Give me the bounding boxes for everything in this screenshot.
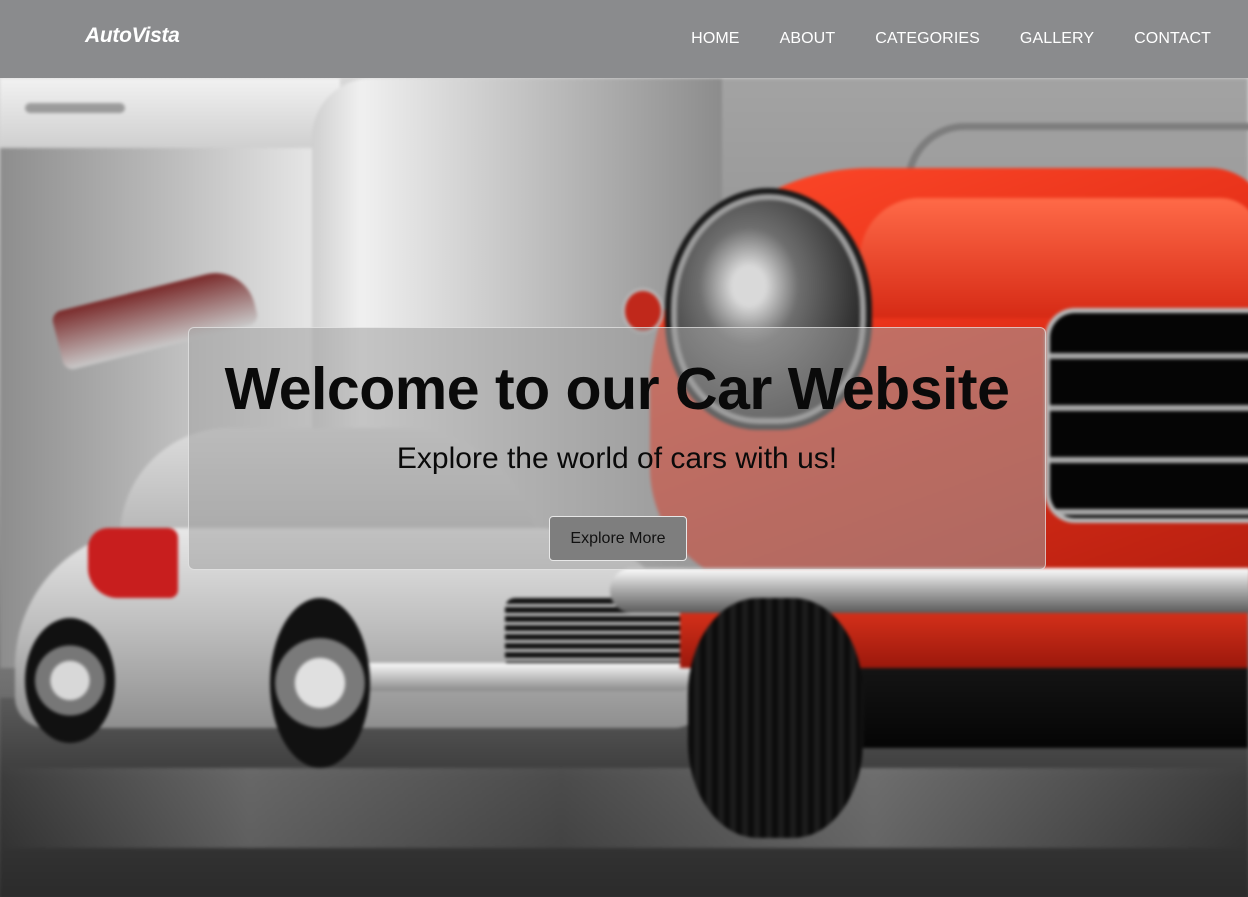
nav-item-gallery: GALLERY <box>1020 30 1094 48</box>
nav-link-home[interactable]: HOME <box>691 30 739 47</box>
silver-car-front-wheel <box>270 598 370 768</box>
red-car-grille <box>1045 308 1248 523</box>
silver-car-red-interior <box>88 528 178 598</box>
ceiling-light <box>25 103 125 113</box>
explore-more-button[interactable]: Explore More <box>549 516 687 561</box>
red-car-bumper <box>610 568 1248 613</box>
red-car-underside <box>860 658 1248 748</box>
nav-menu: HOME ABOUT CATEGORIES GALLERY CONTACT <box>691 0 1211 78</box>
hero-card: Welcome to our Car Website Explore the w… <box>188 327 1046 570</box>
navbar: AutoVista HOME ABOUT CATEGORIES GALLERY … <box>0 0 1248 78</box>
nav-link-about[interactable]: ABOUT <box>780 30 836 47</box>
brand-logo[interactable]: AutoVista <box>85 24 180 48</box>
ceiling <box>0 78 340 148</box>
nav-item-categories: CATEGORIES <box>875 30 980 48</box>
hero-subtitle: Explore the world of cars with us! <box>396 442 838 475</box>
nav-link-categories[interactable]: CATEGORIES <box>875 30 980 47</box>
silver-car-bumper <box>355 663 695 691</box>
red-car-hood <box>860 198 1248 318</box>
floor-reflection <box>0 768 1248 848</box>
nav-link-gallery[interactable]: GALLERY <box>1020 30 1094 47</box>
page: AutoVista HOME ABOUT CATEGORIES GALLERY … <box>0 0 1248 897</box>
nav-item-home: HOME <box>691 30 739 48</box>
red-car-front-wheel <box>688 598 863 838</box>
nav-item-about: ABOUT <box>780 30 836 48</box>
nav-link-contact[interactable]: CONTACT <box>1134 30 1211 47</box>
silver-car-rear-wheel <box>25 618 115 743</box>
hero-title: Welcome to our Car Website <box>224 356 1010 422</box>
nav-item-contact: CONTACT <box>1134 30 1211 48</box>
